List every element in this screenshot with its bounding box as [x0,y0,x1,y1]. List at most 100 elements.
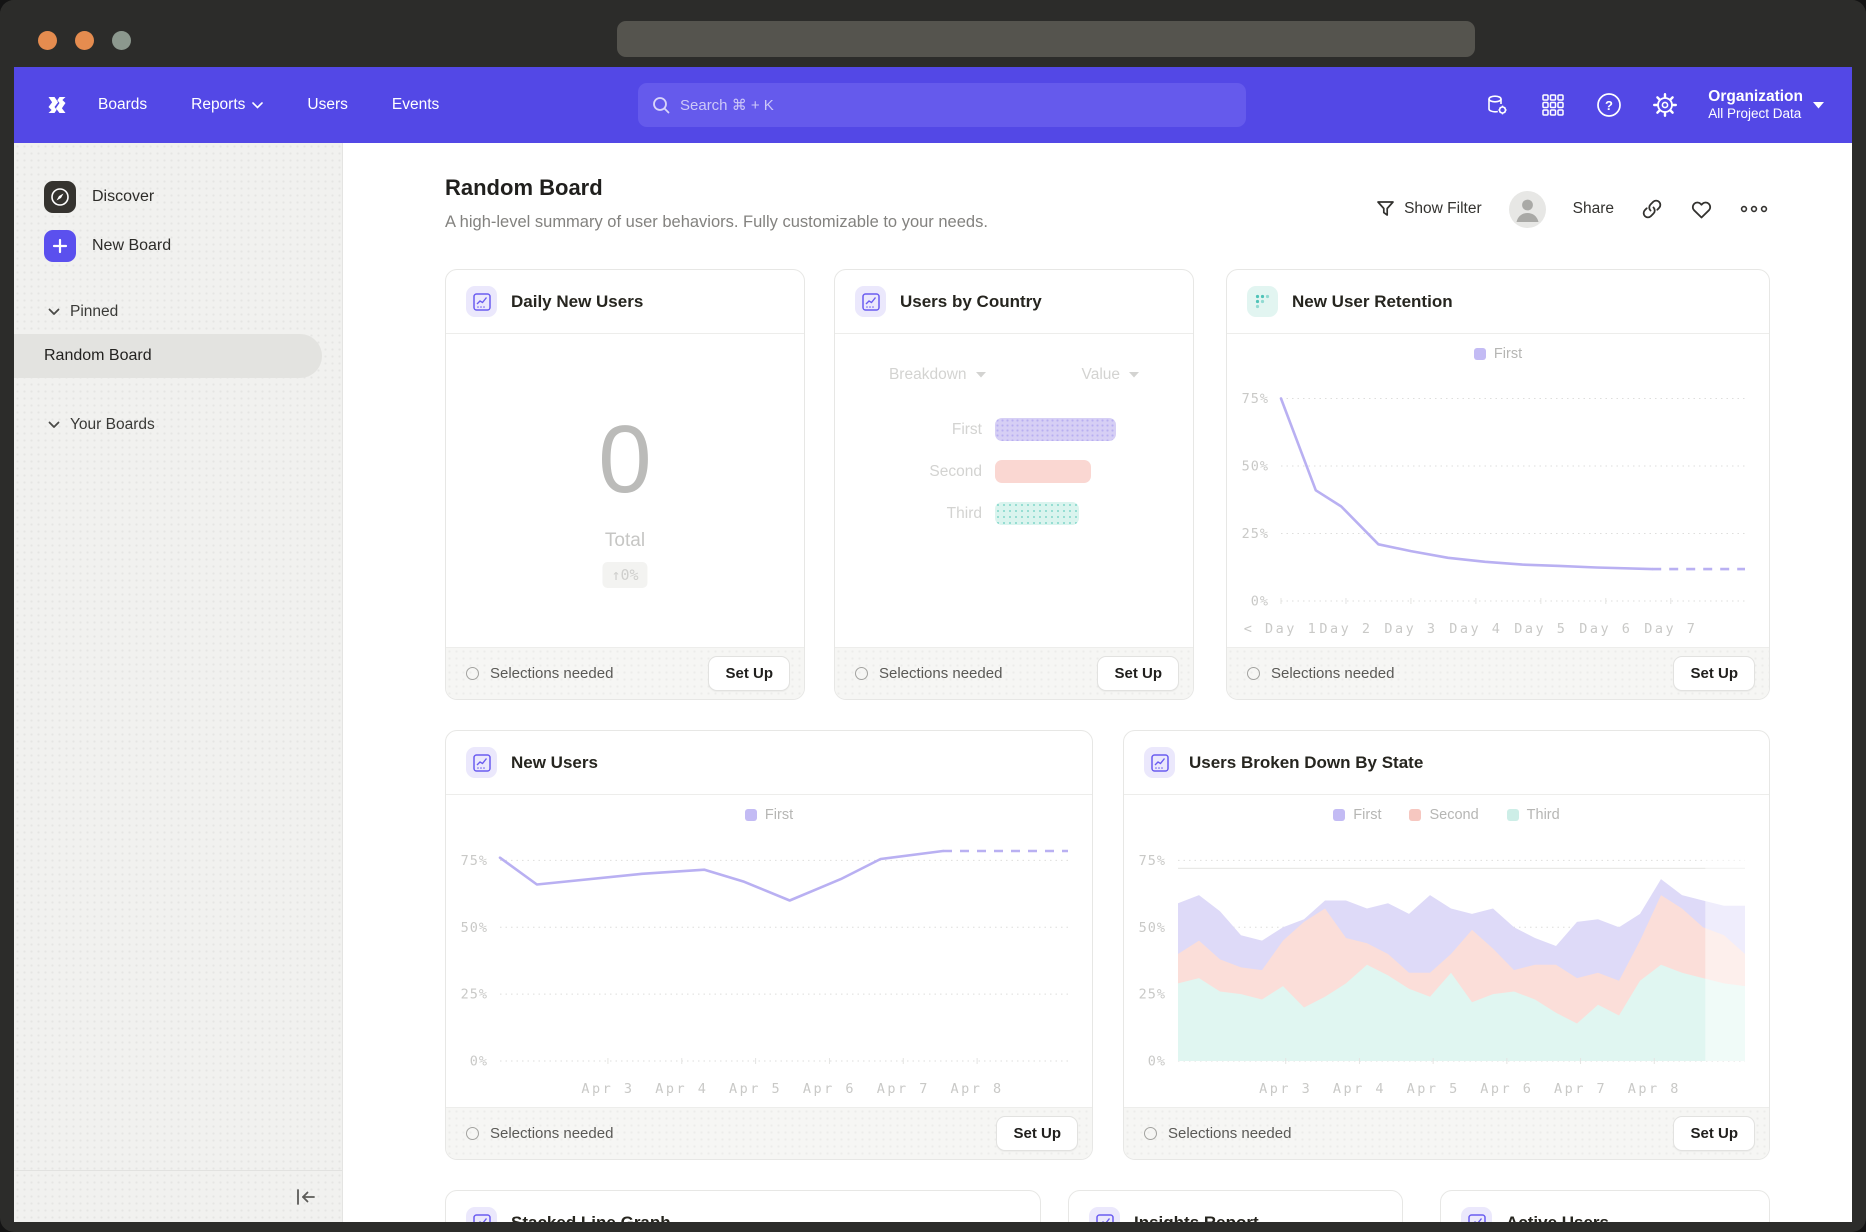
search-input[interactable] [680,97,1232,114]
set-up-button[interactable]: Set Up [1673,656,1755,691]
settings-gear-icon[interactable] [1652,92,1678,118]
svg-text:50%: 50% [1139,920,1166,936]
sidebar-item-label: Random Board [44,347,152,365]
svg-text:75%: 75% [1242,391,1269,407]
sidebar-item-random-board[interactable]: Random Board [14,334,322,378]
legend-label: Second [1429,807,1478,823]
address-bar[interactable] [617,21,1475,57]
svg-text:Day 4: Day 4 [1449,621,1502,637]
show-filter-button[interactable]: Show Filter [1376,200,1482,218]
copy-link-icon[interactable] [1641,198,1663,220]
metric-delta-badge: ↑0% [602,562,647,588]
legend-label: Third [1527,807,1560,823]
card-header: Users Broken Down By State [1124,731,1769,795]
svg-text:50%: 50% [461,920,488,936]
collapse-sidebar-icon[interactable] [292,1183,320,1211]
apps-grid-icon[interactable] [1540,92,1566,118]
card-new-users: New Users First 75%50%25%0%Apr 3Apr 4Apr… [445,730,1093,1160]
mixpanel-logo-icon[interactable] [42,90,72,120]
nav-item-reports[interactable]: Reports [191,96,263,114]
close-window-icon[interactable] [38,31,57,50]
sidebar-item-new-board[interactable]: New Board [44,230,171,262]
card-body: First 75%50%25%0%< Day 1Day 2Day 3Day 4D… [1227,334,1769,647]
status-label: Selections needed [879,665,1002,682]
svg-text:Apr 3: Apr 3 [1259,1081,1312,1097]
status-selections-needed: Selections needed [855,665,1002,682]
svg-text:Day 7: Day 7 [1644,621,1697,637]
section-label: Pinned [70,303,118,321]
card-header: Users by Country [835,270,1193,334]
card-header: Active Users [1441,1191,1769,1222]
bar-row-third: Third [835,502,1079,525]
org-labels: Organization All Project Data [1708,87,1803,123]
line-chart-icon [1144,747,1175,778]
org-scope: All Project Data [1708,106,1803,123]
card-active-users: Active Users [1440,1190,1770,1222]
breakdown-dropdown[interactable]: Breakdown [889,366,986,384]
set-up-button[interactable]: Set Up [1673,1116,1755,1151]
card-users-broken-down-by-state: Users Broken Down By State First Second … [1123,730,1770,1160]
help-icon[interactable]: ? [1596,92,1622,118]
card-title: Daily New Users [511,292,643,312]
global-search[interactable] [638,83,1246,127]
legend-swatch [1507,809,1519,821]
data-management-icon[interactable] [1484,92,1510,118]
favorite-heart-icon[interactable] [1690,199,1713,220]
svg-text:Apr 8: Apr 8 [1628,1081,1681,1097]
minimize-window-icon[interactable] [75,31,94,50]
line-chart-icon [1089,1207,1120,1222]
card-title: New User Retention [1292,292,1453,312]
chart-legend: First [446,807,1092,823]
sidebar-item-label: Discover [92,188,154,206]
more-ellipsis-icon[interactable] [1740,205,1768,213]
traffic-lights [38,31,131,50]
card-footer: Selections needed Set Up [446,1107,1092,1159]
sidebar-footer-divider [14,1170,342,1171]
card-body: Breakdown Value First Second [835,334,1193,647]
maximize-window-icon[interactable] [112,31,131,50]
svg-text:Apr 7: Apr 7 [877,1081,930,1097]
bar-third [995,502,1079,525]
line-chart-icon [466,286,497,317]
status-label: Selections needed [490,1125,613,1142]
nav-item-boards[interactable]: Boards [98,96,147,114]
org-name: Organization [1708,87,1803,106]
set-up-button[interactable]: Set Up [1097,656,1179,691]
app-window: Boards Reports Users Events [0,0,1866,1232]
chevron-down-icon [48,421,60,429]
sidebar-section-pinned[interactable]: Pinned [48,303,118,321]
avatar[interactable] [1509,191,1546,228]
svg-text:Apr 4: Apr 4 [1333,1081,1386,1097]
bar-label: First [835,421,995,439]
set-up-button[interactable]: Set Up [996,1116,1078,1151]
retention-line-chart: 75%50%25%0%< Day 1Day 2Day 3Day 4Day 5Da… [1227,375,1769,645]
dropdown-label: Breakdown [889,366,967,384]
status-label: Selections needed [1271,665,1394,682]
nav-item-label: Users [307,96,347,114]
nav-item-events[interactable]: Events [392,96,439,114]
nav-item-label: Boards [98,96,147,114]
card-title: Stacked Line Graph [511,1213,671,1223]
card-new-user-retention: New User Retention First 75%50%25%0%< Da… [1226,269,1770,700]
card-title: Users Broken Down By State [1189,753,1423,773]
svg-text:75%: 75% [461,853,488,869]
bar-row-first: First [835,418,1116,441]
chevron-down-icon [1813,102,1824,109]
card-header: New User Retention [1227,270,1769,334]
org-switcher[interactable]: Organization All Project Data [1708,87,1824,123]
value-dropdown[interactable]: Value [1082,366,1140,384]
svg-text:Day 2: Day 2 [1319,621,1372,637]
sidebar-item-discover[interactable]: Discover [44,181,154,213]
set-up-button[interactable]: Set Up [708,656,790,691]
sidebar-section-your-boards[interactable]: Your Boards [48,416,155,434]
card-title: Users by Country [900,292,1042,312]
share-button[interactable]: Share [1573,200,1614,218]
svg-text:Day 3: Day 3 [1384,621,1437,637]
legend-item-first: First [1474,346,1522,362]
svg-text:Apr 8: Apr 8 [951,1081,1004,1097]
nav-item-users[interactable]: Users [307,96,347,114]
discover-compass-icon [44,181,76,213]
chevron-down-icon [976,372,986,378]
bar-label: Second [835,463,995,481]
line-chart-icon [466,1207,497,1222]
